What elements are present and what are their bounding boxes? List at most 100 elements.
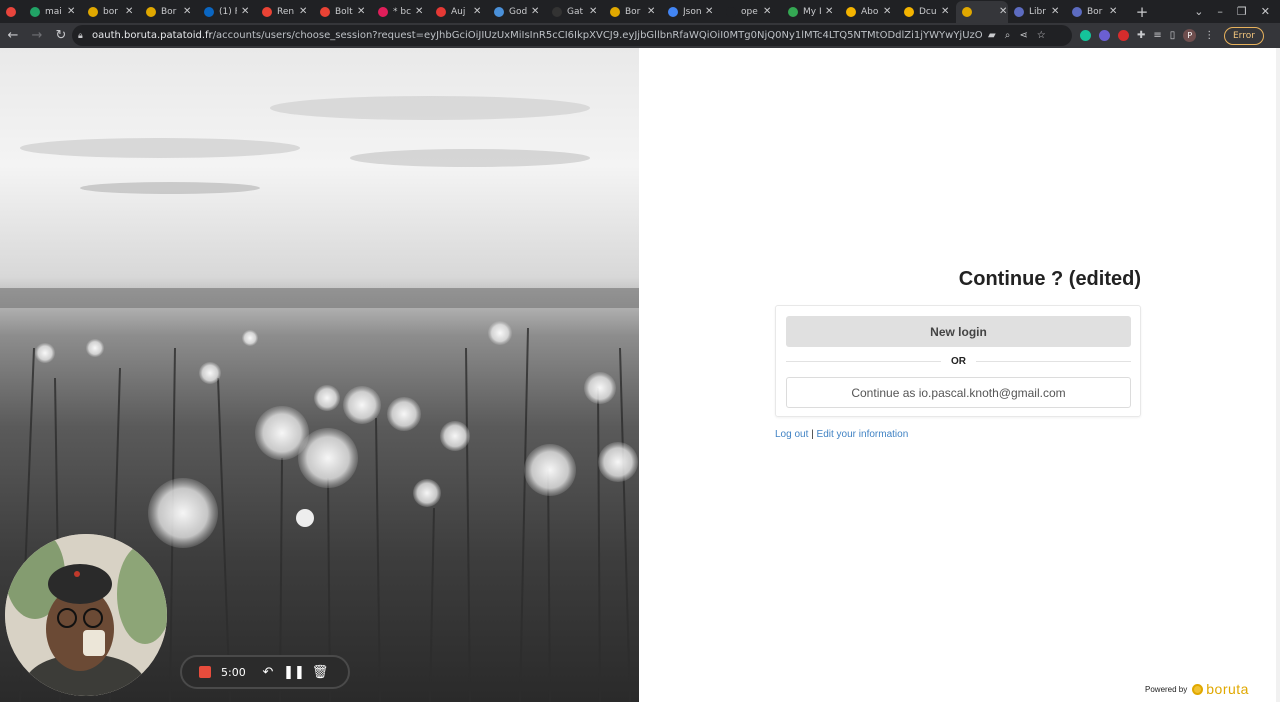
close-tab-icon[interactable]: ✕: [531, 6, 539, 17]
browser-toolbar: ← → ↻ 🔒︎ oauth.boruta.patatoid.fr/accoun…: [0, 23, 1280, 48]
browser-tab[interactable]: (1) F ✕: [198, 1, 256, 23]
url-host: oauth.boruta.patatoid.fr: [92, 30, 213, 41]
browser-tab[interactable]: Bor ✕: [140, 1, 198, 23]
browser-tab[interactable]: mai ✕: [24, 1, 82, 23]
pause-icon[interactable]: ❚❚: [281, 665, 307, 680]
brand-name[interactable]: boruta: [1206, 681, 1249, 697]
reload-icon[interactable]: ↻: [50, 28, 72, 43]
close-tab-icon[interactable]: ✕: [241, 6, 249, 17]
close-tab-icon[interactable]: ✕: [473, 6, 481, 17]
or-divider: OR: [786, 354, 1131, 368]
browser-tab[interactable]: * bc ✕: [372, 1, 430, 23]
close-tab-icon[interactable]: ✕: [1051, 6, 1059, 17]
slack-icon: [378, 6, 388, 17]
browser-tab[interactable]: My I ✕: [782, 1, 840, 23]
browser-tab[interactable]: Ren ✕: [256, 1, 314, 23]
address-bar[interactable]: 🔒︎ oauth.boruta.patatoid.fr/accounts/use…: [72, 25, 1072, 46]
site-icon: [726, 6, 736, 17]
doc-icon: [904, 6, 914, 17]
boruta-icon: [146, 6, 156, 17]
stop-recording-button[interactable]: [199, 666, 211, 678]
session-card: New login OR Continue as io.pascal.knoth…: [775, 305, 1141, 417]
grammarly-icon[interactable]: [1080, 30, 1091, 41]
close-tab-icon[interactable]: ✕: [357, 6, 365, 17]
minimize-icon[interactable]: –: [1217, 5, 1223, 18]
webcam-person-illustration: [5, 534, 167, 696]
media-icon[interactable]: ≡: [1153, 30, 1161, 41]
close-tab-icon[interactable]: ✕: [415, 6, 423, 17]
close-tab-icon[interactable]: ✕: [183, 6, 191, 17]
or-label: OR: [951, 355, 966, 367]
close-tab-icon[interactable]: ✕: [1109, 6, 1117, 17]
new-login-button[interactable]: New login: [786, 316, 1131, 347]
close-tab-icon[interactable]: ✕: [589, 6, 597, 17]
browser-tab[interactable]: Libr ✕: [1008, 1, 1066, 23]
restore-icon[interactable]: ❐: [1237, 5, 1247, 18]
error-badge[interactable]: Error: [1224, 27, 1264, 45]
browser-tab[interactable]: Bor ✕: [1066, 1, 1124, 23]
close-tab-icon[interactable]: ✕: [941, 6, 949, 17]
close-window-icon[interactable]: ✕: [1261, 5, 1270, 18]
sidepanel-icon[interactable]: ▯: [1170, 30, 1176, 41]
close-tab-icon[interactable]: ✕: [999, 6, 1007, 17]
share-icon[interactable]: ⋖: [1019, 30, 1027, 41]
browser-tab[interactable]: [0, 1, 24, 23]
site-icon: [494, 6, 504, 17]
logout-link[interactable]: Log out: [775, 429, 808, 440]
browser-tab[interactable]: Gat ✕: [546, 1, 604, 23]
gmail-icon: [262, 6, 272, 17]
url-text[interactable]: oauth.boruta.patatoid.fr/accounts/users/…: [92, 30, 982, 41]
edit-information-link[interactable]: Edit your information: [817, 429, 909, 440]
window-controls: ⌄ – ❐ ✕: [1194, 0, 1270, 23]
close-tab-icon[interactable]: ✕: [825, 6, 833, 17]
zoom-icon[interactable]: ⌕: [1005, 30, 1011, 41]
back-icon[interactable]: ←: [2, 28, 24, 43]
browser-tab[interactable]: Bolt ✕: [314, 1, 372, 23]
puzzle-icon[interactable]: ✚: [1137, 30, 1145, 41]
close-tab-icon[interactable]: ✕: [299, 6, 307, 17]
webcam-bubble[interactable]: [5, 534, 167, 696]
browser-tab[interactable]: bor ✕: [82, 1, 140, 23]
close-tab-icon[interactable]: ✕: [883, 6, 891, 17]
github-icon: [552, 6, 562, 17]
browser-tab[interactable]: Json ✕: [662, 1, 720, 23]
close-tab-icon[interactable]: ✕: [705, 6, 713, 17]
tab-label: Gat: [567, 6, 584, 17]
browser-tab-strip: mai ✕ bor ✕ Bor ✕ (1) F ✕ Ren ✕ Bolt ✕ * bc ✕ Auj ✕ God ✕…: [0, 0, 1280, 23]
close-tab-icon[interactable]: ✕: [67, 6, 75, 17]
new-tab-icon[interactable]: +: [1132, 3, 1152, 21]
close-tab-icon[interactable]: ✕: [647, 6, 655, 17]
menu-icon[interactable]: ⋮: [1204, 30, 1214, 41]
camera-icon[interactable]: ▰: [988, 30, 996, 41]
linkedin-icon: [204, 6, 214, 17]
bookmark-star-icon[interactable]: ☆: [1037, 30, 1046, 41]
browser-tab[interactable]: ✕: [956, 0, 1008, 23]
browser-tab[interactable]: Auj ✕: [430, 1, 488, 23]
boruta-icon: [962, 6, 972, 17]
tab-label: God: [509, 6, 527, 17]
lock-icon[interactable]: 🔒︎: [78, 31, 92, 41]
browser-tab[interactable]: God ✕: [488, 1, 546, 23]
recording-timer: 5:00: [221, 665, 246, 679]
browser-tab[interactable]: Abo ✕: [840, 1, 898, 23]
tab-label: mai: [45, 6, 62, 17]
close-tab-icon[interactable]: ✕: [763, 6, 771, 17]
undo-icon[interactable]: ↶: [255, 665, 281, 680]
tab-label: Dcu: [919, 6, 937, 17]
page-title: Continue ? (edited): [958, 268, 1141, 290]
browser-tab[interactable]: Bor ✕: [604, 1, 662, 23]
tab-label: bor: [103, 6, 118, 17]
trash-icon[interactable]: 🗑︎: [307, 665, 333, 680]
extension-gear-icon[interactable]: [1099, 30, 1110, 41]
profile-avatar[interactable]: P: [1183, 29, 1197, 42]
browser-tab[interactable]: ope ✕: [720, 1, 782, 23]
tab-label: Ren: [277, 6, 295, 17]
tab-search-icon[interactable]: ⌄: [1194, 5, 1203, 18]
page-scrollbar[interactable]: [1276, 48, 1280, 702]
drive-icon: [788, 6, 798, 17]
close-tab-icon[interactable]: ✕: [125, 6, 133, 17]
browser-tab[interactable]: Dcu ✕: [898, 1, 956, 23]
continue-as-button[interactable]: Continue as io.pascal.knoth@gmail.com: [786, 377, 1131, 408]
extension-red-icon[interactable]: [1118, 30, 1129, 41]
forward-icon[interactable]: →: [26, 28, 48, 43]
